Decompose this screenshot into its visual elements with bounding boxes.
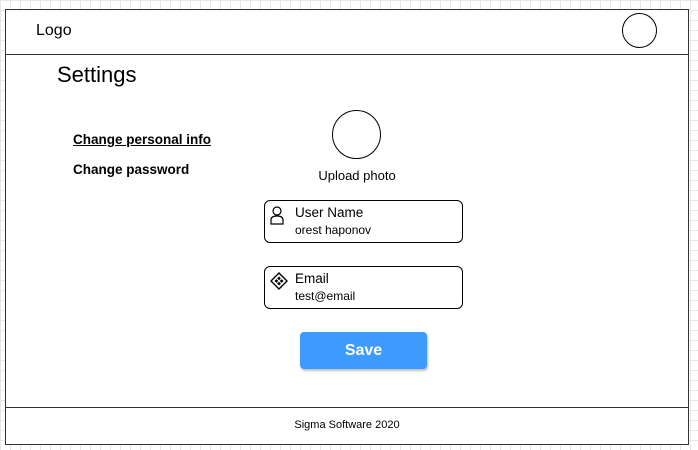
user-name-field[interactable]: User Name orest haponov bbox=[264, 200, 463, 243]
user-name-label: User Name bbox=[295, 205, 364, 220]
page-title: Settings bbox=[57, 62, 137, 87]
footer-copyright: Sigma Software 2020 bbox=[294, 419, 400, 431]
footer-bar: Sigma Software 2020 bbox=[6, 407, 688, 444]
user-avatar-icon[interactable] bbox=[622, 13, 657, 48]
sidebar-item-change-password[interactable]: Change password bbox=[73, 162, 189, 177]
header-bar: Logo bbox=[6, 10, 688, 55]
profile-photo-placeholder[interactable] bbox=[332, 110, 381, 159]
upload-photo-link[interactable]: Upload photo bbox=[312, 168, 402, 183]
user-icon bbox=[270, 206, 284, 225]
email-diamond-icon bbox=[270, 272, 288, 290]
user-name-value[interactable]: orest haponov bbox=[295, 223, 371, 237]
sidebar-item-change-personal-info[interactable]: Change personal info bbox=[73, 132, 211, 147]
save-button[interactable]: Save bbox=[300, 332, 427, 369]
email-value[interactable]: test@email bbox=[295, 289, 355, 303]
email-label: Email bbox=[295, 271, 329, 286]
email-field[interactable]: Email test@email bbox=[264, 266, 463, 309]
app-window: Logo Settings Change personal info Chang… bbox=[5, 9, 689, 445]
logo[interactable]: Logo bbox=[36, 22, 72, 40]
